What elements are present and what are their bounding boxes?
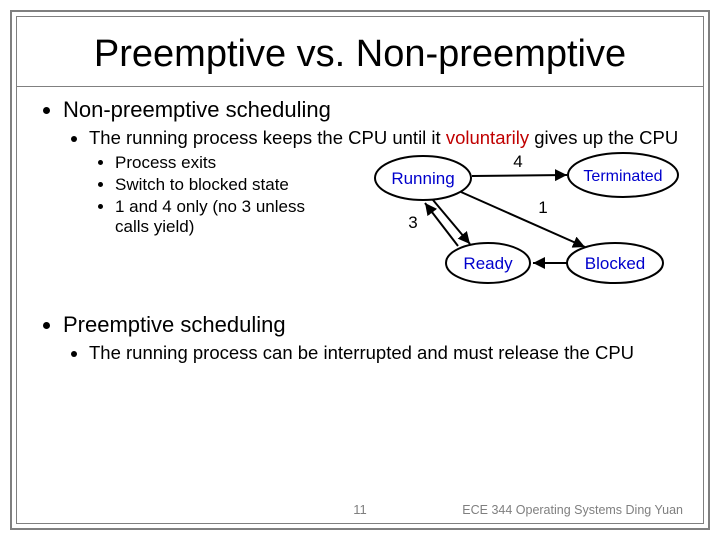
edge-label-4: 4	[513, 152, 522, 171]
section2-sub: The running process can be interrupted a…	[63, 342, 683, 364]
slide: Preemptive vs. Non-preemptive Non-preemp…	[0, 0, 720, 540]
course-footer: ECE 344 Operating Systems Ding Yuan	[462, 503, 683, 517]
state-terminated-label: Terminated	[583, 168, 662, 185]
state-running-label: Running	[391, 169, 454, 188]
bullet-list-top2: Preemptive scheduling	[37, 312, 683, 338]
state-ready-label: Ready	[463, 254, 513, 273]
state-diagram: Running Terminated Ready Blocked 4	[353, 143, 683, 298]
edge-running-blocked	[461, 192, 585, 247]
state-diagram-svg: Running Terminated Ready Blocked 4	[353, 143, 683, 298]
subsub-item: Switch to blocked state	[115, 175, 343, 195]
edge-label-3: 3	[408, 213, 417, 232]
sub-items-col: Process exits Switch to blocked state 1 …	[37, 149, 343, 239]
section2-line: The running process can be interrupted a…	[89, 342, 683, 364]
inner-frame: Preemptive vs. Non-preemptive Non-preemp…	[16, 16, 704, 524]
section2-heading: Preemptive scheduling	[63, 312, 683, 338]
edge-label-1: 1	[538, 198, 547, 217]
edge-running-terminated	[472, 175, 567, 176]
outer-frame: Preemptive vs. Non-preemptive Non-preemp…	[10, 10, 710, 530]
subsub-item: 1 and 4 only (no 3 unless calls yield)	[115, 197, 343, 237]
section1-heading: Non-preemptive scheduling	[63, 97, 683, 123]
title-divider	[17, 86, 703, 87]
state-blocked-label: Blocked	[585, 254, 645, 273]
bullet-list-top: Non-preemptive scheduling	[37, 97, 683, 123]
content-row: Process exits Switch to blocked state 1 …	[37, 149, 683, 298]
subsub-item: Process exits	[115, 153, 343, 173]
slide-title: Preemptive vs. Non-preemptive	[37, 33, 683, 76]
section1-subsub: Process exits Switch to blocked state 1 …	[89, 153, 343, 237]
